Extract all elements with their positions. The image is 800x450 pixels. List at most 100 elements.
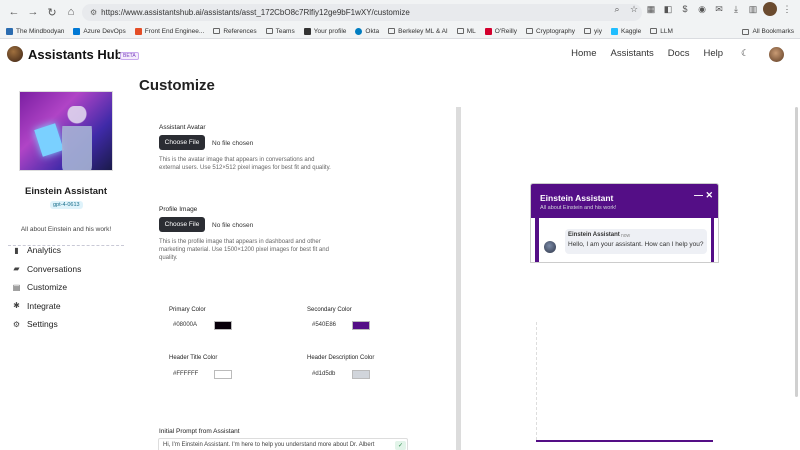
- bookmark-item[interactable]: Your profile: [303, 27, 346, 35]
- model-badge: gpt-4-0613: [50, 201, 83, 209]
- folder-icon: [265, 28, 273, 34]
- sidepanel-icon[interactable]: ▥: [746, 2, 760, 16]
- bookmark-folder[interactable]: Berkeley ML & AI: [388, 28, 448, 35]
- save-prompt-icon[interactable]: ✓: [395, 441, 406, 450]
- page-title: Customize: [139, 77, 215, 94]
- avatar-label: Assistant Avatar: [159, 124, 206, 131]
- nav-home[interactable]: Home: [571, 48, 596, 59]
- initial-prompt-input[interactable]: Hi, I'm Einstein Assistant. I'm here to …: [158, 438, 408, 450]
- bookmark-folder[interactable]: Teams: [265, 28, 295, 35]
- bookmark-favicon-icon: [6, 27, 13, 35]
- header-title-color-value[interactable]: #FFFFFF: [173, 371, 198, 377]
- folder-icon: [213, 28, 221, 34]
- extension-icon[interactable]: ◧: [661, 2, 675, 16]
- message-author: Einstein Assistant: [568, 232, 620, 238]
- bookmark-folder[interactable]: yiy: [584, 28, 602, 35]
- home-icon[interactable]: ⌂: [63, 4, 79, 20]
- browser-menu-icon[interactable]: ⋮: [780, 2, 794, 16]
- bar-chart-icon: ▮: [14, 245, 19, 255]
- chat-title: Einstein Assistant: [540, 193, 614, 203]
- bookmark-star-icon[interactable]: ☆: [627, 2, 641, 16]
- extension-icon[interactable]: ✉: [712, 2, 726, 16]
- folder-icon: [456, 28, 464, 34]
- primary-color-label: Primary Color: [169, 307, 206, 313]
- site-info-icon[interactable]: ⚙: [90, 8, 97, 17]
- profile-help-text: This is the profile image that appears i…: [159, 239, 329, 262]
- avatar-choose-file-button[interactable]: Choose File: [159, 135, 205, 150]
- app-header: Assistants Hub BETA Home Assistants Docs…: [0, 39, 800, 69]
- logo-icon[interactable]: [7, 46, 23, 62]
- browser-profile-avatar[interactable]: [763, 2, 777, 16]
- assistant-profile-image: [19, 91, 113, 171]
- github-icon: [303, 27, 311, 35]
- folder-icon: [525, 28, 533, 34]
- message-text: Hello, I am your assistant. How can I he…: [568, 241, 704, 248]
- bookmark-folder[interactable]: Cryptography: [525, 28, 575, 35]
- assistant-description: All about Einstein and his work!: [20, 226, 112, 233]
- sidebar-item-conversations[interactable]: ▰ Conversations: [12, 260, 81, 279]
- assistant-profile-card: Einstein Assistant gpt-4-0613 All about …: [8, 81, 124, 246]
- bookmark-item[interactable]: Front End Enginee...: [134, 27, 204, 35]
- reload-icon[interactable]: ↻: [44, 4, 60, 20]
- bookmark-item[interactable]: Azure DevOps: [73, 27, 126, 35]
- chat-header: Einstein Assistant All about Einstein an…: [531, 184, 718, 218]
- nav-assistants[interactable]: Assistants: [611, 48, 654, 59]
- folder-icon: [650, 28, 658, 34]
- kaggle-icon: [610, 27, 618, 35]
- nav-docs[interactable]: Docs: [668, 48, 690, 59]
- folder-icon: [388, 28, 396, 34]
- extension-icon[interactable]: ▦: [644, 2, 658, 16]
- gear-icon: ⚙: [12, 319, 21, 329]
- preview-guide: [536, 322, 537, 440]
- bookmarks-bar: The Mindbodyan Azure DevOps Front End En…: [0, 24, 800, 39]
- oreilly-icon: [484, 27, 492, 35]
- all-bookmarks[interactable]: All Bookmarks: [742, 28, 794, 35]
- secondary-color-value[interactable]: #540E86: [312, 322, 336, 328]
- user-avatar[interactable]: [769, 47, 784, 62]
- bookmark-folder[interactable]: LLM: [650, 28, 673, 35]
- forward-icon[interactable]: →: [25, 4, 41, 20]
- profile-image-label: Profile Image: [159, 206, 198, 213]
- assistant-message-avatar: [544, 241, 556, 253]
- back-icon[interactable]: ←: [6, 4, 22, 20]
- bookmark-folder[interactable]: References: [213, 28, 257, 35]
- scrollbar[interactable]: [795, 107, 798, 397]
- bookmark-item[interactable]: O'Reilly: [484, 27, 517, 35]
- folder-icon: [584, 28, 592, 34]
- secondary-color-label: Secondary Color: [307, 307, 352, 313]
- download-icon[interactable]: ⤓: [729, 2, 743, 16]
- initial-prompt-label: Initial Prompt from Assistant: [159, 428, 240, 435]
- browser-actions: ⌕ ☆ ▦ ◧ $ ◉ ✉ ⤓ ▥ ⋮: [610, 2, 794, 16]
- sidebar-item-analytics[interactable]: ▮ Analytics: [12, 241, 81, 260]
- chat-window-controls[interactable]: — ✕: [694, 190, 713, 201]
- secondary-color-swatch[interactable]: [352, 321, 370, 330]
- dark-mode-icon[interactable]: ☾: [741, 48, 749, 59]
- header-description-color-label: Header Description Color: [307, 355, 375, 361]
- preview-widget-bottom: [536, 440, 713, 442]
- sidebar-item-settings[interactable]: ⚙ Settings: [12, 315, 81, 334]
- pane-divider[interactable]: [456, 107, 461, 450]
- extension-icon[interactable]: $: [678, 2, 692, 16]
- sidebar: Einstein Assistant gpt-4-0613 All about …: [0, 69, 130, 450]
- primary-color-swatch[interactable]: [214, 321, 232, 330]
- nav-help[interactable]: Help: [703, 48, 723, 59]
- profile-choose-file-button[interactable]: Choose File: [159, 217, 205, 232]
- brand-name[interactable]: Assistants Hub: [28, 47, 123, 62]
- avatar-file-status: No file chosen: [212, 140, 254, 147]
- assistant-name: Einstein Assistant: [24, 186, 107, 197]
- header-description-color-swatch[interactable]: [352, 370, 370, 379]
- search-icon[interactable]: ⌕: [610, 2, 624, 16]
- bookmark-folder[interactable]: ML: [456, 28, 476, 35]
- avatar-help-text: This is the avatar image that appears in…: [159, 157, 331, 172]
- bookmark-item[interactable]: Okta: [355, 27, 379, 35]
- sidebar-item-customize[interactable]: ▤ Customize: [12, 278, 81, 297]
- header-title-color-swatch[interactable]: [214, 370, 232, 379]
- extension-icon[interactable]: ◉: [695, 2, 709, 16]
- header-description-color-value[interactable]: #d1d5db: [312, 371, 335, 377]
- primary-color-value[interactable]: #08000A: [173, 322, 197, 328]
- bookmark-item[interactable]: Kaggle: [610, 27, 641, 35]
- profile-file-status: No file chosen: [212, 222, 254, 229]
- bookmark-item[interactable]: The Mindbodyan: [6, 27, 64, 35]
- sidebar-item-integrate[interactable]: ✱ Integrate: [12, 297, 81, 316]
- address-bar[interactable]: ⚙ https://www.assistantshub.ai/assistant…: [82, 4, 642, 21]
